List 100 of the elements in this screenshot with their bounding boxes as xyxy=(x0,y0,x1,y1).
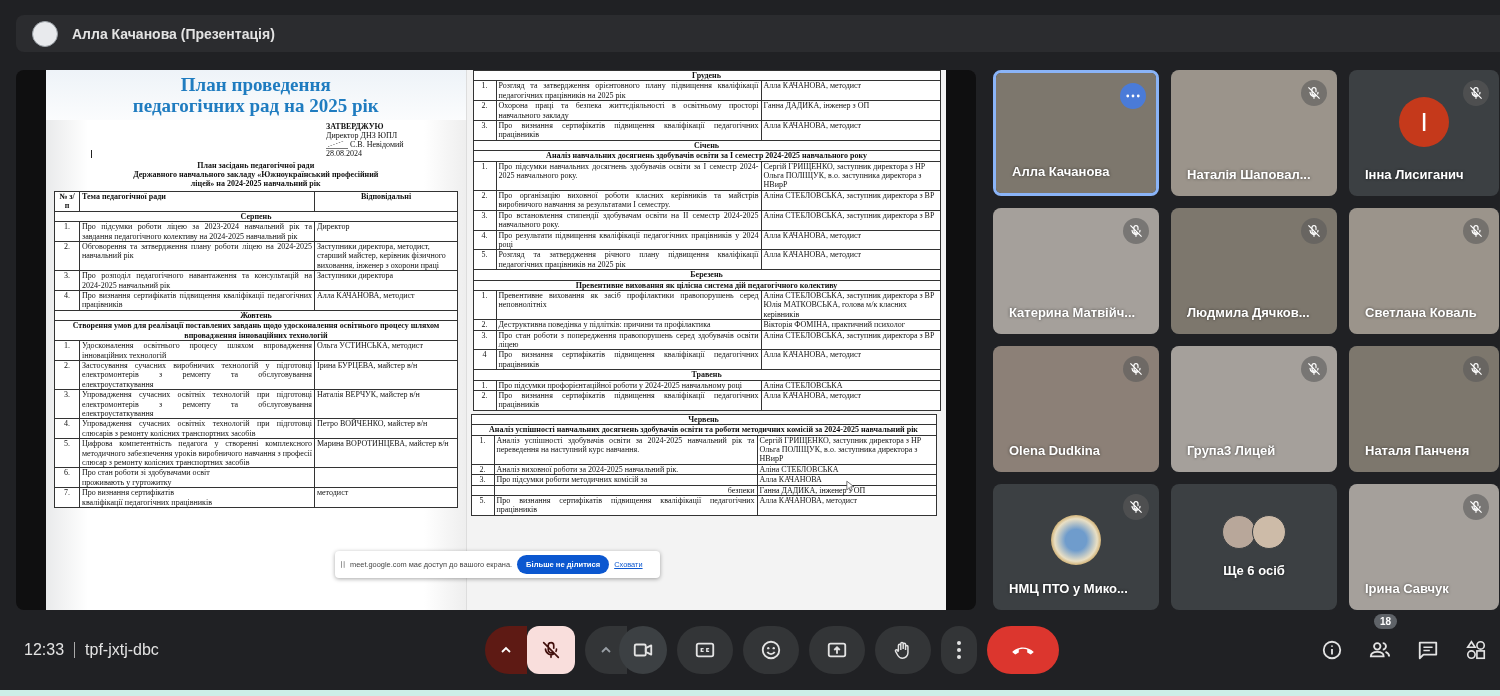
clock-time: 12:33 xyxy=(24,641,65,659)
section-theme: Превентивне виховання як цілісна система дій педагогічного колективу xyxy=(473,280,941,291)
participant-name: Ще 6 осіб xyxy=(1222,563,1286,578)
row-number: 3. xyxy=(473,120,497,141)
document-heading: ліцей» на 2024-2025 навчальний рік xyxy=(190,179,321,188)
row-number: 4. xyxy=(54,418,80,439)
table-cell: Алла КАЧАНОВА, методист xyxy=(761,349,941,370)
row-number: 2. xyxy=(473,390,497,411)
avatar: І xyxy=(1399,97,1449,147)
table-cell: Алла КАЧАНОВА, методист xyxy=(761,120,941,141)
month-heading: Березень xyxy=(473,269,941,281)
table-cell: Алла КАЧАНОВА, методист xyxy=(761,249,941,270)
raise-hand-button[interactable] xyxy=(875,626,931,674)
participant-name: Людмила Дячков... xyxy=(1187,305,1310,320)
more-options-button[interactable] xyxy=(941,626,977,674)
table-cell: Застосування сучасних виробничих технологій у підготовці електромонтерів з ремонту та обслуговування електроустаткування xyxy=(79,360,315,390)
row-number: 2. xyxy=(54,241,80,271)
row-number: 3. xyxy=(54,270,80,291)
row-number: 5. xyxy=(54,438,80,468)
participant-name: Алла Качанова xyxy=(1012,164,1110,179)
table-cell: Алла КАЧАНОВА, методист xyxy=(757,495,937,516)
leave-call-button[interactable] xyxy=(987,626,1059,674)
table-cell: Про підсумки навчальних досягнень здобувачів освіти за I семестр 2024-2025 навчального року. xyxy=(496,161,762,191)
table-cell: Аліна СТЕБЛОВСЬКА, заступник директора з ВР xyxy=(761,190,941,211)
drag-handle-icon[interactable] xyxy=(341,561,345,568)
microphone-button[interactable] xyxy=(527,626,575,674)
table-cell: Заступники директора, методист, старший майстер, керівник фізичного виховання, інженер з охорони праці xyxy=(314,241,458,271)
row-number: 6. xyxy=(54,467,80,488)
camera-button[interactable] xyxy=(619,626,667,674)
table-cell: Превентивне виховання як засіб профілактики правопорушень серед неповнолітніх xyxy=(496,290,762,320)
table-cell: Про підсумки профорієнтаційної роботи у 2024-2025 навчальному році xyxy=(496,380,762,391)
table-cell: Упровадження сучасних освітніх технологій при підготовці слюсарів з ремонту колісних транспортних засобів xyxy=(79,418,315,439)
table-cell: Про стан роботи зі здобувачами освіт проживають у гуртожитку xyxy=(79,467,315,488)
row-number: 1. xyxy=(54,340,80,361)
table-cell: Про визнання сертифікатів кваліфікації педагогічних працівників xyxy=(79,487,315,508)
table-cell: Наталія ВЕРЧУК, майстер в/н xyxy=(314,389,458,419)
row-number: 1. xyxy=(473,161,497,191)
table-cell: Аліна СТЕБЛОВСЬКА xyxy=(757,464,937,475)
row-number: 1. xyxy=(54,221,80,242)
table-cell: Розгляд та затвердження орієнтовного плану підвищення кваліфікації педагогічних працівників на 2025 рік xyxy=(496,80,762,101)
row-number: 2. xyxy=(54,360,80,390)
table-cell: методист xyxy=(314,487,458,508)
table-cell: Сергій ГРИЩЕНКО, заступник директора з НР Ольга ПОЛІЩУК, в.о. заступника директора з НВирР xyxy=(761,161,941,191)
table-cell: Сергій ГРИЩЕНКО, заступник директора з НР Ольга ПОЛІЩУК, в.о. заступника директора з НВирР xyxy=(757,435,937,465)
mouse-pointer-icon xyxy=(846,480,854,492)
table-cell: Про визнання сертифікатів підвищення кваліфікації педагогічних працівників xyxy=(496,390,762,411)
table-cell: Ганна ДАДИКА, інженер з ОП xyxy=(761,100,941,121)
slide-title: педагогічних рад на 2025 рік xyxy=(132,95,379,116)
row-number: 3. xyxy=(54,389,80,419)
reactions-button[interactable] xyxy=(743,626,799,674)
table-cell: Ірина БУРЦЕВА, майстер в/н xyxy=(314,360,458,390)
table-cell: Директор xyxy=(314,221,458,242)
row-number: 2. xyxy=(473,190,497,211)
avatar-picture xyxy=(1051,515,1101,565)
present-button[interactable] xyxy=(809,626,865,674)
participant-count-badge: 18 xyxy=(1374,614,1398,629)
row-number: 5. xyxy=(471,495,495,516)
month-heading: Жовтень xyxy=(54,310,458,321)
approval-text: Директор ДНЗ ЮПЛ xyxy=(326,131,398,140)
table-cell: Алла КАЧАНОВА, методист xyxy=(761,230,941,250)
row-number: 1. xyxy=(473,380,497,391)
chat-icon xyxy=(1417,639,1439,661)
table-cell: безпеки xyxy=(494,485,758,496)
approval-text: С.В. Невідомий xyxy=(326,140,404,149)
section-theme: Аналіз навчальних досягнень здобувачів освіти за I семестр 2024-2025 навчального року xyxy=(473,150,941,162)
phone-icon xyxy=(1012,645,1034,655)
participant-name: Наталія Шаповал... xyxy=(1187,167,1311,182)
row-number: 4. xyxy=(54,290,80,311)
table-cell: Вікторія ФОМІНА, практичний психолог xyxy=(761,319,941,331)
avatar xyxy=(1252,515,1286,549)
document-heading: Державного навчального закладу «Южноукраїнський професійний xyxy=(133,170,379,179)
table-cell: Аліна СТЕБЛОВСЬКА, заступник директора з ВР xyxy=(761,330,941,350)
table-cell: Про результати підвищення кваліфікації педагогічних працівників у 2024 році xyxy=(496,230,762,250)
table-cell: Удосконалення освітнього процесу шляхом впровадження інноваційних технологій xyxy=(79,340,315,361)
table-cell: Охорона праці та безпека життєдіяльності в освітньому просторі навчального закладу xyxy=(496,100,762,121)
row-number: 1. xyxy=(471,435,495,465)
row-number: 2. xyxy=(473,100,497,121)
approval-text: ЗАТВЕРДЖУЮ xyxy=(326,122,384,131)
approval-text: 28.08.2024 xyxy=(326,149,362,158)
text-cursor-icon xyxy=(91,150,92,158)
more-options-icon xyxy=(957,641,961,659)
row-number: 7. xyxy=(54,487,80,508)
table-cell: Петро ВОЙЧЕНКО, майстер в/н xyxy=(314,418,458,439)
month-heading: Травень xyxy=(473,369,941,381)
table-cell: Про організацію виховної роботи класних керівників та майстрів виробничого навчання за результатами I семестру. xyxy=(496,190,762,211)
table-cell: Про визнання сертифікатів підвищення кваліфікації педагогічних працівників xyxy=(494,495,758,516)
table-cell: Про розподіл педагогічного навантаження та консультацій на 2024-2025 навчальний рік xyxy=(79,270,315,291)
table-cell: Розгляд та затвердження річного плану підвищення кваліфікації педагогічних працівників на 2025 рік xyxy=(496,249,762,270)
month-heading: Червень xyxy=(471,414,937,425)
meeting-code: tpf-jxtj-dbc xyxy=(85,641,159,659)
avatar xyxy=(1222,515,1256,549)
more-dots-icon xyxy=(1126,94,1140,98)
table-cell: Про стан роботи з попередження правопорушень серед здобувачів освіти ліцею xyxy=(496,330,762,350)
info-icon xyxy=(1321,639,1343,661)
month-heading: Серпень xyxy=(54,211,458,222)
presenter-title: Алла Качанова (Презентація) xyxy=(72,25,275,42)
row-number: 1. xyxy=(473,290,497,320)
table-cell: Аналіз виховної роботи за 2024-2025 навчальний рік. xyxy=(494,464,758,475)
mic-off-icon xyxy=(540,639,562,661)
captions-button[interactable] xyxy=(677,626,733,674)
